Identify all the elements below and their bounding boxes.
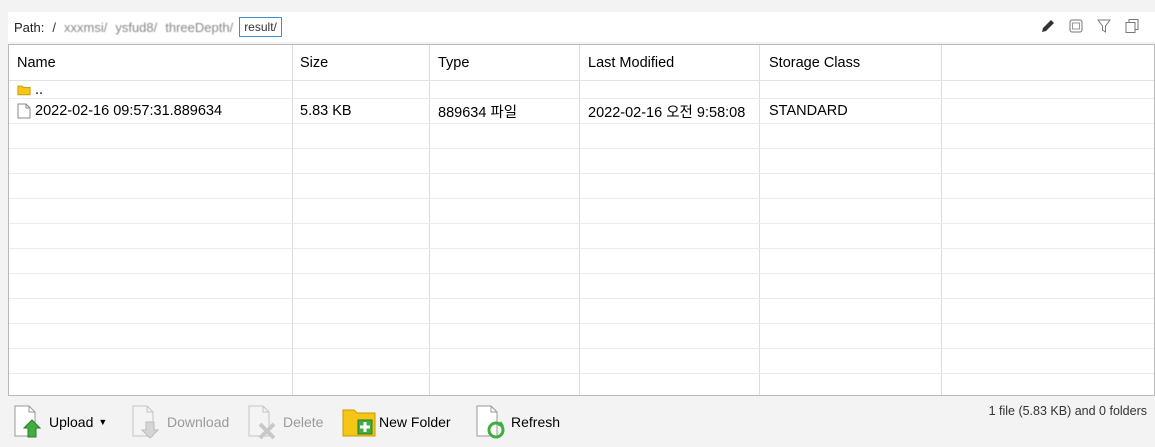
empty-row <box>9 374 1154 395</box>
path-root[interactable]: / <box>52 20 56 35</box>
empty-rows <box>9 124 1154 395</box>
refresh-button[interactable]: Refresh <box>474 404 560 440</box>
file-modified: 2022-02-16 오전 9:58:08 <box>580 99 760 123</box>
empty-row <box>9 299 1154 324</box>
parent-folder-cell: .. <box>9 81 293 98</box>
status-text: 1 file (5.83 KB) and 0 folders <box>988 404 1147 418</box>
new-folder-label: New Folder <box>379 414 451 430</box>
file-type: 889634 파일 <box>430 99 580 123</box>
path-segment-1[interactable]: xxxmsi/ <box>64 20 107 35</box>
empty-row <box>9 199 1154 224</box>
empty-row <box>9 174 1154 199</box>
download-icon <box>132 405 160 439</box>
column-header-type[interactable]: Type <box>430 45 580 80</box>
empty-row <box>9 349 1154 374</box>
refresh-label: Refresh <box>511 414 561 430</box>
path-tools <box>1039 17 1141 35</box>
path-segment-2[interactable]: ysfud8/ <box>115 20 157 35</box>
folder-icon <box>17 85 31 95</box>
table-row[interactable]: 2022-02-16 09:57:31.889634 5.83 KB 88963… <box>9 99 1154 124</box>
toolbar: Upload ▼ Download Delete New Folder Refr… <box>0 398 1155 447</box>
new-folder-icon <box>342 409 376 437</box>
window-icon[interactable] <box>1067 17 1085 35</box>
file-size: 5.83 KB <box>293 99 430 123</box>
file-storage-class: STANDARD <box>760 99 942 123</box>
file-name-cell: 2022-02-16 09:57:31.889634 <box>9 99 293 123</box>
empty-row <box>9 149 1154 174</box>
upload-icon <box>14 405 42 438</box>
delete-icon <box>248 405 276 440</box>
file-icon <box>17 103 31 119</box>
chevron-down-icon[interactable]: ▼ <box>98 417 107 427</box>
download-label: Download <box>167 414 230 430</box>
parent-folder-label: .. <box>35 81 44 98</box>
path-current-segment[interactable]: result/ <box>239 17 282 37</box>
column-header-blank <box>942 45 1154 80</box>
refresh-icon <box>476 405 505 439</box>
column-header-size[interactable]: Size <box>293 45 430 80</box>
download-button[interactable]: Download <box>130 404 229 440</box>
table-row-parent[interactable]: .. <box>9 81 1154 99</box>
upload-button[interactable]: Upload ▼ <box>12 404 107 440</box>
column-header-storage-class[interactable]: Storage Class <box>760 45 942 80</box>
column-header-last-modified[interactable]: Last Modified <box>580 45 760 80</box>
column-header-name[interactable]: Name <box>9 45 293 80</box>
path-bar: Path: / xxxmsi/ ysfud8/ threeDepth/ resu… <box>8 12 1155 42</box>
empty-row <box>9 274 1154 299</box>
upload-label: Upload <box>49 414 94 430</box>
table-header: Name Size Type Last Modified Storage Cla… <box>9 45 1154 81</box>
empty-row <box>9 224 1154 249</box>
delete-label: Delete <box>283 414 324 430</box>
empty-row <box>9 324 1154 349</box>
filter-icon[interactable] <box>1095 17 1113 35</box>
path-segment-3[interactable]: threeDepth/ <box>165 20 233 35</box>
empty-row <box>9 124 1154 149</box>
empty-row <box>9 249 1154 274</box>
file-list: Name Size Type Last Modified Storage Cla… <box>8 44 1155 396</box>
pencil-icon[interactable] <box>1039 17 1057 35</box>
path-label: Path: <box>14 19 45 35</box>
delete-button[interactable]: Delete <box>246 404 323 440</box>
file-name: 2022-02-16 09:57:31.889634 <box>35 103 223 119</box>
copy-icon[interactable] <box>1123 17 1141 35</box>
new-folder-button[interactable]: New Folder <box>342 404 451 440</box>
